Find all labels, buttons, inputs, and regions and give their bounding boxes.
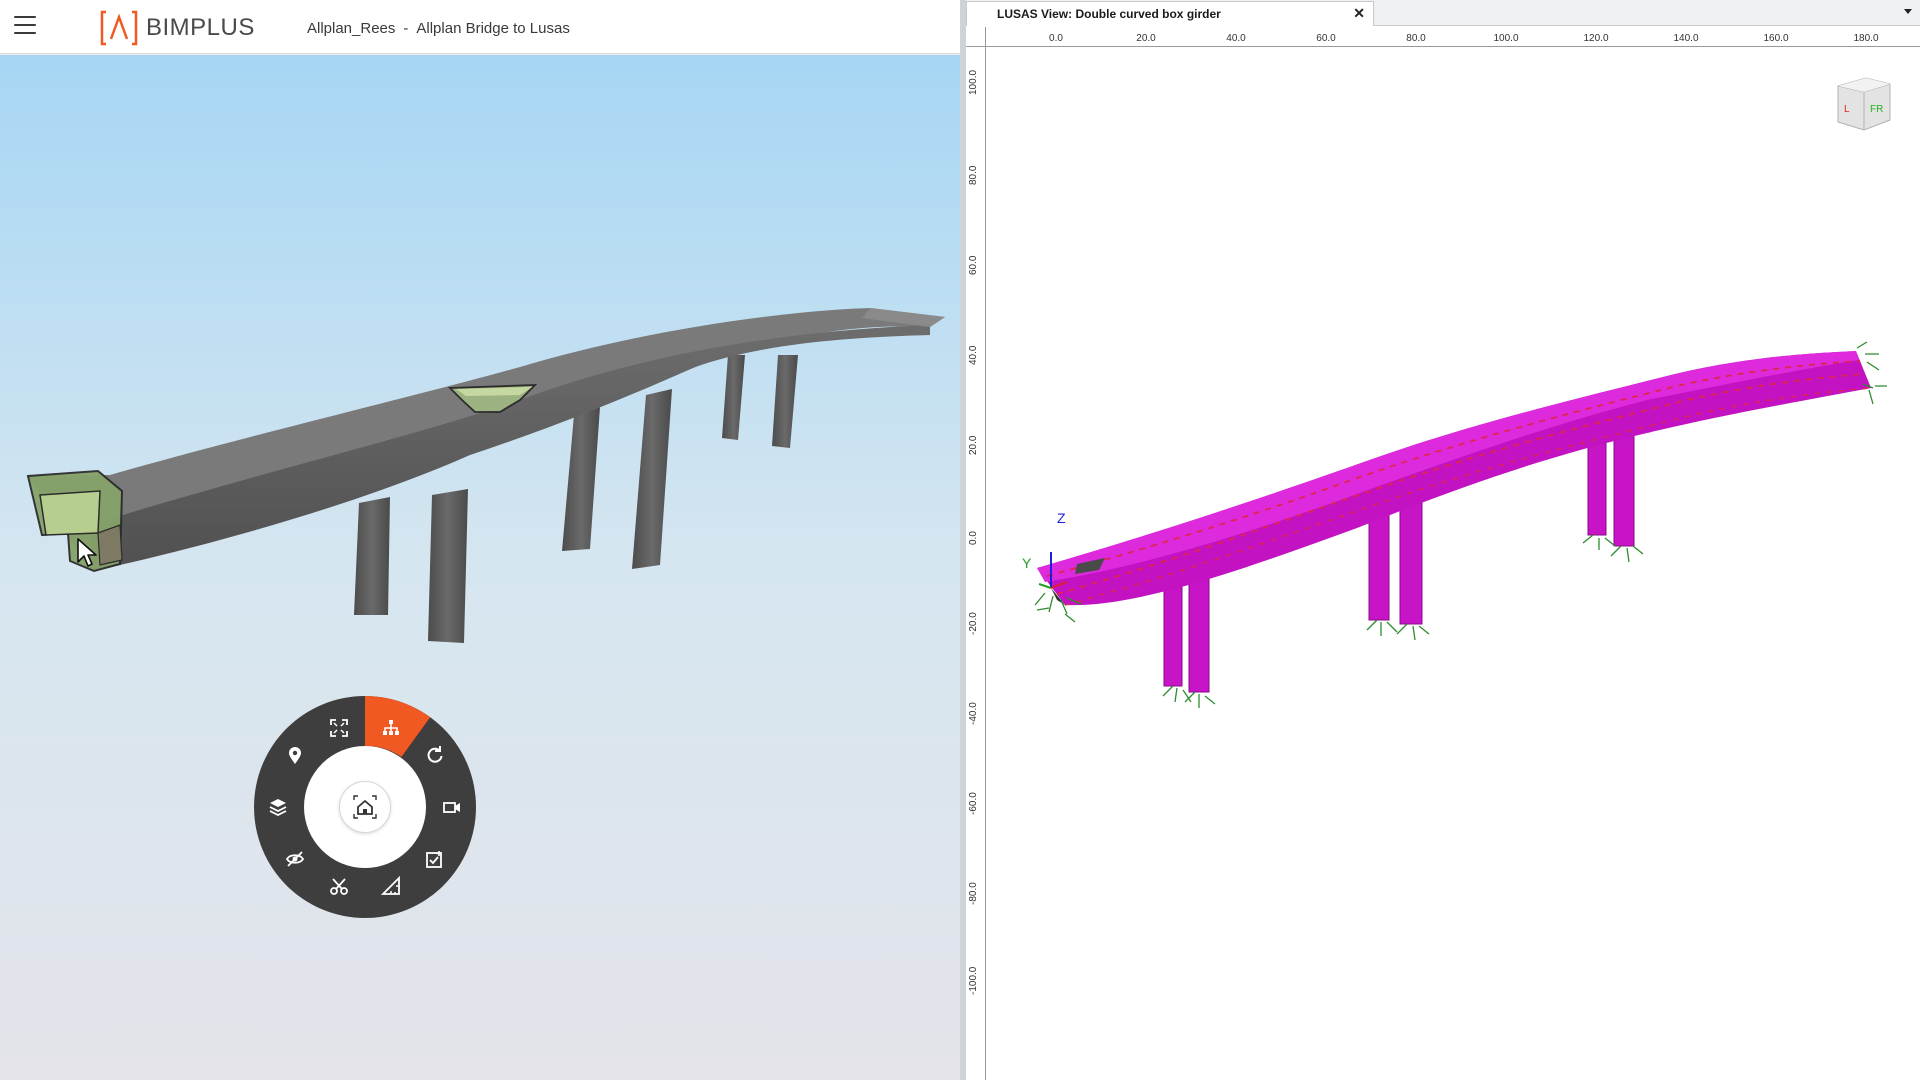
ruler-y-tick-label: 0.0: [968, 531, 979, 545]
view-cube-left-label: L: [1844, 104, 1850, 115]
camera-icon: [443, 802, 460, 813]
checklist-icon: [426, 851, 442, 868]
fullscreen-button[interactable]: [324, 713, 354, 743]
model-name[interactable]: Allplan Bridge to Lusas: [416, 20, 569, 37]
rotate-button[interactable]: [420, 740, 450, 770]
ruler-x-tick-label: 60.0: [1316, 33, 1336, 44]
ruler-x-tick-label: 120.0: [1583, 33, 1609, 44]
rotate-icon: [427, 746, 443, 763]
layers-icon: [269, 799, 287, 817]
ruler-x-tick-label: 20.0: [1136, 33, 1156, 44]
bridge-3d-scene[interactable]: [0, 55, 960, 1080]
location-pin-icon: [289, 747, 301, 764]
ruler-y-tick-label: 80.0: [968, 165, 979, 185]
checklist-button[interactable]: [420, 844, 450, 874]
bimplus-3d-viewport[interactable]: [0, 55, 960, 1080]
bimplus-logo[interactable]: BIMPLUS: [100, 10, 255, 46]
project-breadcrumb: Allplan_Rees - Allplan Bridge to Lusas: [307, 20, 570, 37]
view-cube-front-label: FR: [1870, 104, 1883, 115]
close-icon[interactable]: ✕: [1353, 5, 1365, 22]
mouse-cursor-icon: [77, 538, 97, 567]
location-button[interactable]: [280, 740, 310, 770]
clip-button[interactable]: [324, 871, 354, 901]
home-view-button[interactable]: [339, 781, 391, 833]
lusas-panel: LUSAS View: Double curved box girder ✕ 0…: [966, 0, 1920, 1080]
ruler-y-tick-label: -80.0: [968, 882, 979, 905]
ruler-y-tick-label: 20.0: [968, 435, 979, 455]
breadcrumb-separator: -: [403, 20, 409, 37]
ruler-corner: [966, 27, 986, 47]
bimplus-panel: BIMPLUS Allplan_Rees - Allplan Bridge to L…: [0, 0, 960, 1080]
axis-label-y: Y: [1022, 555, 1032, 571]
screen: BIMPLUS Allplan_Rees - Allplan Bridge to L…: [0, 0, 1920, 1080]
ruler-x-tick-label: 100.0: [1493, 33, 1519, 44]
ruler-x-tick-label: 40.0: [1226, 33, 1246, 44]
axis-label-z: Z: [1057, 510, 1066, 526]
brand-name: BIMPLUS: [146, 14, 255, 41]
ruler-y-tick-label: -100.0: [968, 966, 979, 995]
ruler-x-tick-label: 140.0: [1673, 33, 1699, 44]
ruler-horizontal: 0.0 20.0 40.0 60.0 80.0 100.0 120.0 140.0 160.0 1…: [966, 27, 1920, 47]
ruler-x-tick-label: 80.0: [1406, 33, 1426, 44]
project-name[interactable]: Allplan_Rees: [307, 20, 395, 37]
hamburger-menu-button[interactable]: [14, 16, 36, 36]
clip-icon: [330, 878, 348, 895]
ruler-x-tick-label: 160.0: [1763, 33, 1789, 44]
bimplus-header: BIMPLUS Allplan_Rees - Allplan Bridge to L…: [0, 0, 960, 54]
tab-lusas-view[interactable]: LUSAS View: Double curved box girder ✕: [966, 1, 1374, 26]
hide-icon: [285, 851, 305, 867]
measure-icon: [381, 876, 400, 895]
structure-icon: [383, 720, 399, 735]
structure-button[interactable]: [376, 713, 406, 743]
ruler-y-tick-label: 40.0: [968, 345, 979, 365]
measure-button[interactable]: [376, 871, 406, 901]
fullscreen-icon: [330, 719, 348, 737]
ruler-x-tick-label: 0.0: [1049, 33, 1063, 44]
radial-navigation-menu: [253, 695, 477, 919]
view-cube-icon[interactable]: L FR: [1830, 70, 1896, 140]
hamburger-icon: [14, 16, 36, 18]
ruler-vertical: 100.0 80.0 60.0 40.0 20.0 0.0 -20.0 -40.0 -60.0 -…: [966, 27, 986, 1080]
ruler-y-tick-label: 100.0: [968, 69, 979, 95]
layers-button[interactable]: [263, 792, 293, 822]
home-icon: [353, 795, 377, 819]
ruler-y-tick-label: -40.0: [968, 702, 979, 725]
tab-title: LUSAS View: Double curved box girder: [997, 7, 1221, 21]
lusas-tab-bar: LUSAS View: Double curved box girder ✕: [966, 0, 1920, 26]
ruler-x-tick-label: 180.0: [1853, 33, 1879, 44]
bimplus-logo-icon: [100, 10, 138, 46]
lusas-model-canvas[interactable]: [987, 48, 1920, 1080]
ruler-y-tick-label: 60.0: [968, 255, 979, 275]
camera-button[interactable]: [437, 792, 467, 822]
ruler-y-tick-label: -60.0: [968, 792, 979, 815]
ruler-y-tick-label: -20.0: [968, 612, 979, 635]
hide-button[interactable]: [280, 844, 310, 874]
lusas-deck: [1037, 351, 1872, 606]
chevron-down-icon[interactable]: [1902, 5, 1914, 17]
